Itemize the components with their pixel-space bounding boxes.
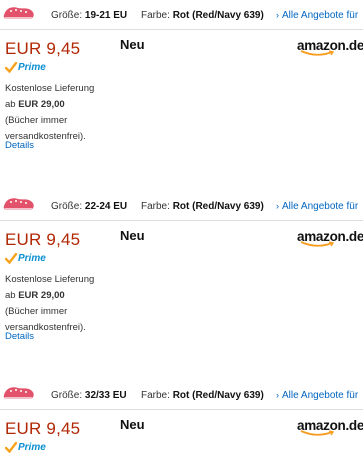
color-label: Farbe:: [141, 201, 170, 212]
color-value: Rot (Red/Navy 639): [172, 390, 264, 401]
all-offers-link[interactable]: › Alle Angebote für: [276, 10, 358, 21]
all-offers-link[interactable]: › Alle Angebote für: [276, 390, 358, 401]
prime-check-icon: [5, 61, 17, 73]
offer-attributes: Größe: 19-21 EU Farbe: Rot (Red/Navy 639…: [0, 0, 363, 30]
shipping-from: ab: [5, 290, 16, 301]
color-attribute: Farbe: Rot (Red/Navy 639): [141, 390, 264, 401]
size-attribute: Größe: 19-21 EU: [51, 10, 127, 21]
offer-list: Größe: 19-21 EU Farbe: Rot (Red/Navy 639…: [0, 0, 363, 456]
chevron-right-icon: ›: [276, 10, 279, 20]
red-clog-shoe-icon[interactable]: [2, 2, 36, 22]
chevron-right-icon: ›: [276, 201, 279, 211]
prime-badge: Prime: [5, 61, 46, 73]
size-attribute: Größe: 22-24 EU: [51, 201, 127, 212]
size-attribute: Größe: 32/33 EU: [51, 390, 127, 401]
prime-check-icon: [5, 252, 17, 264]
size-value: 32/33 EU: [84, 390, 127, 401]
size-label: Größe:: [51, 390, 83, 401]
shipping-threshold: ab EUR 29,00: [5, 97, 115, 113]
chevron-right-icon: ›: [276, 390, 279, 400]
all-offers-label: Alle Angebote für: [282, 201, 359, 212]
offer-condition: Neu: [120, 228, 145, 243]
all-offers-label: Alle Angebote für: [282, 390, 359, 401]
offer-price: EUR 9,45: [5, 230, 81, 249]
prime-label: Prime: [18, 252, 46, 264]
all-offers-label: Alle Angebote für: [282, 10, 359, 21]
shipping-line: Kostenlose Lieferung: [5, 274, 95, 285]
shipping-line: Kostenlose Lieferung: [5, 83, 95, 94]
offer-attributes: Größe: 22-24 EU Farbe: Rot (Red/Navy 639…: [0, 191, 363, 221]
size-value: 22-24 EU: [84, 201, 128, 212]
color-value: Rot (Red/Navy 639): [172, 201, 264, 212]
offer-condition: Neu: [120, 37, 145, 52]
amazon-logo: amazon.de: [297, 230, 363, 250]
color-attribute: Farbe: Rot (Red/Navy 639): [141, 201, 264, 212]
color-label: Farbe:: [141, 10, 170, 21]
prime-badge: Prime: [5, 441, 46, 453]
prime-label: Prime: [18, 441, 46, 453]
prime-badge: Prime: [5, 252, 46, 264]
size-label: Größe:: [51, 201, 83, 212]
shipping-from: ab: [5, 99, 16, 110]
shipping-amount: EUR 29,00: [18, 290, 65, 301]
offer-condition: Neu: [120, 417, 145, 432]
prime-check-icon: [5, 441, 17, 453]
all-offers-link[interactable]: › Alle Angebote für: [276, 201, 358, 212]
details-link[interactable]: Details: [5, 331, 34, 342]
color-value: Rot (Red/Navy 639): [172, 10, 264, 21]
offer-price: EUR 9,45: [5, 39, 81, 58]
amazon-smile-icon: [300, 241, 335, 247]
size-value: 19-21 EU: [84, 10, 128, 21]
amazon-smile-icon: [300, 50, 335, 56]
shipping-amount: EUR 29,00: [18, 99, 65, 110]
divider: [0, 220, 363, 221]
shipping-info: Kostenlose Lieferung ab EUR 29,00 (Büche…: [5, 81, 115, 145]
amazon-logo: amazon.de: [297, 419, 363, 439]
color-attribute: Farbe: Rot (Red/Navy 639): [141, 10, 264, 21]
size-label: Größe:: [51, 10, 83, 21]
divider: [0, 409, 363, 410]
red-clog-shoe-icon[interactable]: [2, 193, 36, 213]
offer-price: EUR 9,45: [5, 419, 81, 438]
amazon-smile-icon: [300, 430, 335, 436]
shipping-info: Kostenlose Lieferung ab EUR 29,00 (Büche…: [5, 272, 115, 336]
divider: [0, 29, 363, 30]
prime-label: Prime: [18, 61, 46, 73]
amazon-logo: amazon.de: [297, 39, 363, 59]
offer-attributes: Größe: 32/33 EU Farbe: Rot (Red/Navy 639…: [0, 380, 363, 410]
shipping-threshold: ab EUR 29,00: [5, 288, 115, 304]
red-clog-shoe-icon[interactable]: [2, 382, 36, 402]
color-label: Farbe:: [141, 390, 170, 401]
details-link[interactable]: Details: [5, 140, 34, 151]
